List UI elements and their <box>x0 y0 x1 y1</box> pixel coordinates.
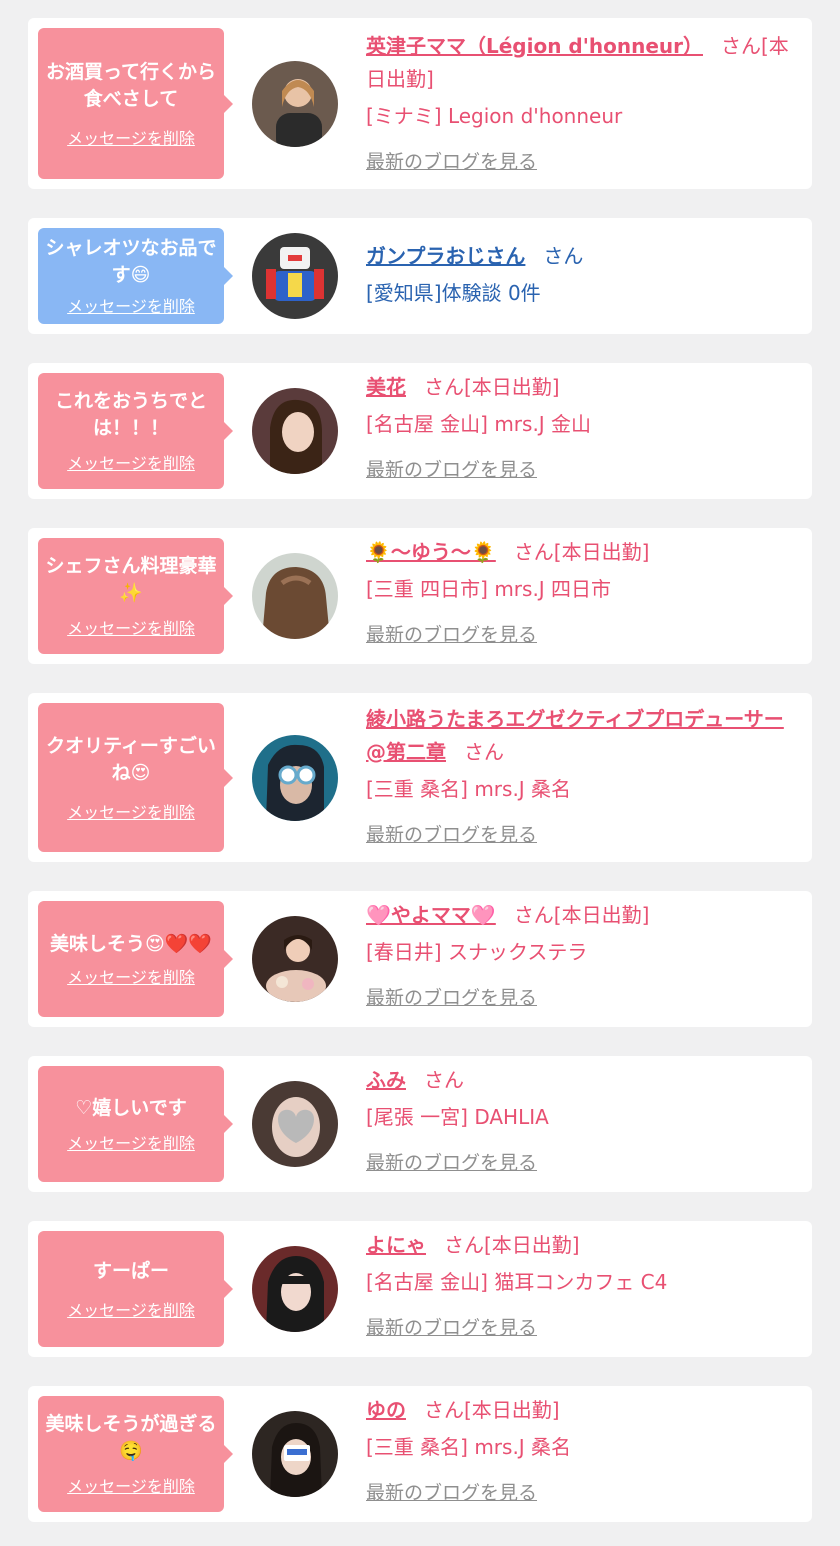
message-text: お酒買って行くから食べさして <box>45 60 217 110</box>
latest-blog-link[interactable]: 最新のブログを見る <box>366 455 794 482</box>
message-bubble: お酒買って行くから食べさして メッセージを削除 <box>38 28 233 179</box>
delete-message-link[interactable]: メッセージを削除 <box>67 125 195 149</box>
avatar[interactable] <box>252 1081 338 1167</box>
message-card: ♡嬉しいです メッセージを削除 ふみ さん [尾張 一宮] DAHLIA 最新のブ… <box>28 1056 812 1192</box>
message-text: シャレオツなお品です😄 <box>45 237 217 286</box>
message-bubble: ♡嬉しいです メッセージを削除 <box>38 1066 233 1182</box>
delete-message-link[interactable]: メッセージを削除 <box>67 1130 195 1154</box>
shop-label: [三重 四日市] mrs.J 四日市 <box>366 577 612 601</box>
user-name-link[interactable]: 美花 <box>366 375 406 399</box>
user-name-link[interactable]: ガンプラおじさん <box>366 244 525 268</box>
latest-blog-link[interactable]: 最新のブログを見る <box>366 820 794 847</box>
user-suffix: さん[本日出勤] <box>513 540 650 564</box>
shop-label: [名古屋 金山] 猫耳コンカフェ C4 <box>366 1270 668 1294</box>
shop-label: [愛知県]体験談 0件 <box>366 281 541 305</box>
user-name-link[interactable]: 🩷やよママ🩷 <box>366 903 496 927</box>
avatar[interactable] <box>252 916 338 1002</box>
avatar[interactable] <box>252 233 338 319</box>
user-info: 英津子ママ（Légion d'honneur） さん[本日出勤] [ミナミ] Le… <box>366 30 794 174</box>
avatar[interactable] <box>252 553 338 639</box>
delete-message-link[interactable]: メッセージを削除 <box>67 293 195 317</box>
delete-message-link[interactable]: メッセージを削除 <box>67 615 195 639</box>
shop-label: [三重 桑名] mrs.J 桑名 <box>366 1435 572 1459</box>
message-bubble: 美味しそうが過ぎる🤤 メッセージを削除 <box>38 1396 233 1512</box>
latest-blog-link[interactable]: 最新のブログを見る <box>366 1313 794 1340</box>
avatar[interactable] <box>252 61 338 147</box>
latest-blog-link[interactable]: 最新のブログを見る <box>366 1148 794 1175</box>
message-text: クオリティーすごいね😍 <box>46 734 216 784</box>
user-info: 🩷やよママ🩷 さん[本日出勤] [春日井] スナックステラ 最新のブログを見る <box>366 899 794 1010</box>
delete-message-link[interactable]: メッセージを削除 <box>67 799 195 823</box>
avatar[interactable] <box>252 1246 338 1332</box>
shop-label: [尾張 一宮] DAHLIA <box>366 1105 549 1129</box>
user-name-link[interactable]: ふみ <box>366 1068 406 1092</box>
user-suffix: さん <box>543 244 584 268</box>
avatar[interactable] <box>252 1411 338 1497</box>
message-bubble: シャレオツなお品です😄 メッセージを削除 <box>38 228 233 324</box>
message-text: ♡嬉しいです <box>75 1096 187 1119</box>
user-info: よにゃ さん[本日出勤] [名古屋 金山] 猫耳コンカフェ C4 最新のブログを見… <box>366 1229 794 1340</box>
latest-blog-link[interactable]: 最新のブログを見る <box>366 620 794 647</box>
shop-label: [名古屋 金山] mrs.J 金山 <box>366 412 592 436</box>
user-name-link[interactable]: 🌻～ゆう～🌻 <box>366 540 496 564</box>
message-card: これをおうちでとは！！！ メッセージを削除 美花 さん[本日出勤] [名古屋 金山… <box>28 363 812 499</box>
user-name-link[interactable]: よにゃ <box>366 1233 426 1257</box>
latest-blog-link[interactable]: 最新のブログを見る <box>366 147 794 174</box>
delete-message-link[interactable]: メッセージを削除 <box>67 964 195 988</box>
message-card: シャレオツなお品です😄 メッセージを削除 ガンプラおじさん さん [愛知県]体験談… <box>28 218 812 334</box>
message-card: お酒買って行くから食べさして メッセージを削除 英津子ママ（Légion d'h… <box>28 18 812 189</box>
user-name-link[interactable]: 綾小路うたまろエグゼクティブプロデューサー@第二章 <box>366 707 784 764</box>
user-info: ゆの さん[本日出勤] [三重 桑名] mrs.J 桑名 最新のブログを見る <box>366 1394 794 1505</box>
message-bubble: クオリティーすごいね😍 メッセージを削除 <box>38 703 233 852</box>
user-info: ガンプラおじさん さん [愛知県]体験談 0件 <box>366 240 794 310</box>
delete-message-link[interactable]: メッセージを削除 <box>67 450 195 474</box>
message-card: クオリティーすごいね😍 メッセージを削除 綾小路うたまろエグゼクティブプロデュー… <box>28 693 812 862</box>
delete-message-link[interactable]: メッセージを削除 <box>67 1473 195 1497</box>
message-bubble: これをおうちでとは！！！ メッセージを削除 <box>38 373 233 489</box>
message-bubble: すーぱー メッセージを削除 <box>38 1231 233 1347</box>
avatar[interactable] <box>252 388 338 474</box>
user-suffix: さん <box>424 1068 464 1092</box>
user-name-link[interactable]: ゆの <box>366 1398 406 1422</box>
message-text: 美味しそうが過ぎる🤤 <box>45 1413 217 1462</box>
user-suffix: さん[本日出勤] <box>424 1398 560 1422</box>
user-name-link[interactable]: 英津子ママ（Légion d'honneur） <box>366 34 703 58</box>
message-text: シェフさん料理豪華✨ <box>45 555 217 604</box>
user-info: 🌻～ゆう～🌻 さん[本日出勤] [三重 四日市] mrs.J 四日市 最新のブログ… <box>366 536 794 647</box>
shop-label: [春日井] スナックステラ <box>366 940 588 964</box>
message-card: 美味しそうが過ぎる🤤 メッセージを削除 ゆの さん[本日出勤] [三重 桑名] m… <box>28 1386 812 1522</box>
user-info: 美花 さん[本日出勤] [名古屋 金山] mrs.J 金山 最新のブログを見る <box>366 371 794 482</box>
user-suffix: さん[本日出勤] <box>444 1233 580 1257</box>
user-suffix: さん[本日出勤] <box>424 375 560 399</box>
message-bubble: シェフさん料理豪華✨ メッセージを削除 <box>38 538 233 654</box>
user-info: ふみ さん [尾張 一宮] DAHLIA 最新のブログを見る <box>366 1064 794 1175</box>
message-card: 美味しそう😍❤️❤️ メッセージを削除 🩷やよママ🩷 さん[本日出勤] [春日井]… <box>28 891 812 1027</box>
delete-message-link[interactable]: メッセージを削除 <box>67 1297 195 1321</box>
message-card: すーぱー メッセージを削除 よにゃ さん[本日出勤] [名古屋 金山] 猫耳コンカ… <box>28 1221 812 1357</box>
avatar[interactable] <box>252 735 338 821</box>
message-bubble: 美味しそう😍❤️❤️ メッセージを削除 <box>38 901 233 1017</box>
shop-label: [ミナミ] Legion d'honneur <box>366 104 623 128</box>
latest-blog-link[interactable]: 最新のブログを見る <box>366 983 794 1010</box>
user-suffix: さん[本日出勤] <box>513 903 650 927</box>
message-text: これをおうちでとは！！！ <box>54 390 207 439</box>
user-info: 綾小路うたまろエグゼクティブプロデューサー@第二章 さん [三重 桑名] mrs.… <box>366 703 794 847</box>
shop-label: [三重 桑名] mrs.J 桑名 <box>366 777 572 801</box>
latest-blog-link[interactable]: 最新のブログを見る <box>366 1478 794 1505</box>
message-text: 美味しそう😍❤️❤️ <box>49 932 213 955</box>
user-suffix: さん <box>464 740 504 764</box>
message-card: シェフさん料理豪華✨ メッセージを削除 🌻～ゆう～🌻 さん[本日出勤] [三重 四… <box>28 528 812 664</box>
message-text: すーぱー <box>92 1259 169 1282</box>
